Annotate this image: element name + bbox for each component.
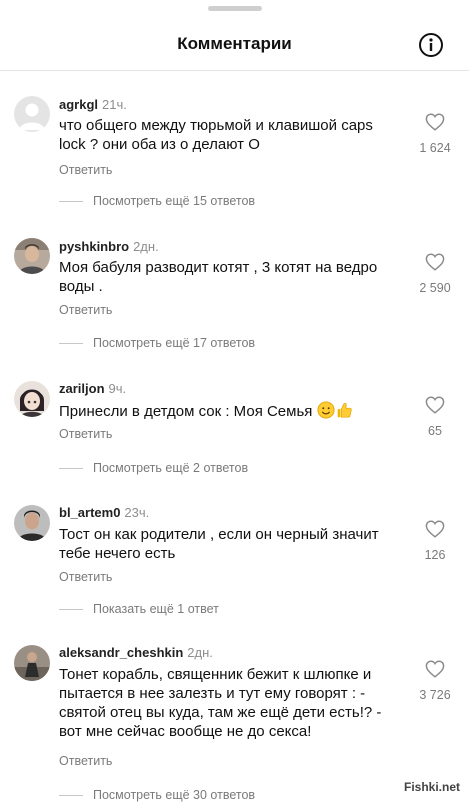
comment-text: Тост он как родители , если он черный зн… xyxy=(59,526,379,562)
comment-text: что общего между тюрьмой и клавишой caps… xyxy=(59,117,373,153)
divider-dash xyxy=(59,795,83,797)
info-icon[interactable] xyxy=(418,32,444,58)
divider-dash xyxy=(59,201,83,203)
username[interactable]: agrkgl xyxy=(59,97,98,112)
heart-icon[interactable] xyxy=(425,396,445,414)
comment-time: 2дн. xyxy=(133,239,159,254)
username[interactable]: zariljon xyxy=(59,381,105,396)
heart-icon[interactable] xyxy=(425,660,445,678)
like-control[interactable]: 65 xyxy=(410,396,460,438)
page-title: Комментарии xyxy=(177,34,292,53)
view-replies-label: Посмотреть ещё 17 ответов xyxy=(93,336,256,350)
like-count: 126 xyxy=(424,548,446,562)
view-replies-button[interactable]: Посмотреть ещё 17 ответов xyxy=(59,336,255,350)
view-replies-button[interactable]: Посмотреть ещё 15 ответов xyxy=(59,194,255,208)
username[interactable]: aleksandr_cheshkin xyxy=(59,645,183,660)
reply-button[interactable]: Ответить xyxy=(59,570,112,584)
heart-icon[interactable] xyxy=(425,113,445,131)
divider-dash xyxy=(59,609,83,611)
like-count: 1 624 xyxy=(419,141,451,155)
comment-text: Принесли в детдом сок : Моя Семья xyxy=(59,401,419,421)
view-replies-button[interactable]: Показать ещё 1 ответ xyxy=(59,602,219,616)
reply-button[interactable]: Ответить xyxy=(59,163,112,177)
comment-time: 21ч. xyxy=(102,97,127,112)
thumbs-up-emoji-icon xyxy=(337,402,352,418)
heart-icon[interactable] xyxy=(425,253,445,271)
view-replies-button[interactable]: Посмотреть ещё 2 ответов xyxy=(59,461,248,475)
view-replies-label: Показать ещё 1 ответ xyxy=(93,602,219,616)
heart-icon[interactable] xyxy=(425,520,445,538)
comment-time: 2дн. xyxy=(187,645,213,660)
comment-header: pyshkinbro 2дн. xyxy=(59,239,159,254)
comments-header: Комментарии xyxy=(0,0,469,71)
avatar[interactable] xyxy=(14,505,50,541)
watermark: Fishki.net xyxy=(404,780,461,794)
comment-header: bl_artem0 23ч. xyxy=(59,505,149,520)
comment-text-content: Принесли в детдом сок : Моя Семья xyxy=(59,403,313,420)
view-replies-label: Посмотреть ещё 15 ответов xyxy=(93,194,256,208)
like-count: 3 726 xyxy=(419,688,451,702)
reply-button[interactable]: Ответить xyxy=(59,754,112,768)
avatar[interactable] xyxy=(14,96,50,132)
reply-button[interactable]: Ответить xyxy=(59,303,112,317)
like-control[interactable]: 3 726 xyxy=(410,660,460,702)
comment-text: Тонет корабль, священник бежит к шлюпке … xyxy=(59,666,382,740)
avatar[interactable] xyxy=(14,238,50,274)
divider-dash xyxy=(59,343,83,345)
comment-time: 23ч. xyxy=(124,505,150,520)
comment-text: Моя бабуля разводит котят , 3 котят на в… xyxy=(59,259,378,295)
like-control[interactable]: 126 xyxy=(410,520,460,562)
avatar[interactable] xyxy=(14,381,50,417)
like-count: 2 590 xyxy=(419,281,451,295)
view-replies-label: Посмотреть ещё 2 ответов xyxy=(93,461,249,475)
like-count: 65 xyxy=(428,424,442,438)
comment-header: aleksandr_cheshkin 2дн. xyxy=(59,645,213,660)
username[interactable]: pyshkinbro xyxy=(59,239,129,254)
avatar[interactable] xyxy=(14,645,50,681)
divider-dash xyxy=(59,468,83,470)
comment-header: agrkgl 21ч. xyxy=(59,97,127,112)
comment-header: zariljon 9ч. xyxy=(59,381,126,396)
username[interactable]: bl_artem0 xyxy=(59,505,120,520)
like-control[interactable]: 1 624 xyxy=(410,113,460,155)
smiley-emoji-icon xyxy=(317,401,335,419)
like-control[interactable]: 2 590 xyxy=(410,253,460,295)
comment-time: 9ч. xyxy=(108,381,127,396)
reply-button[interactable]: Ответить xyxy=(59,427,112,441)
